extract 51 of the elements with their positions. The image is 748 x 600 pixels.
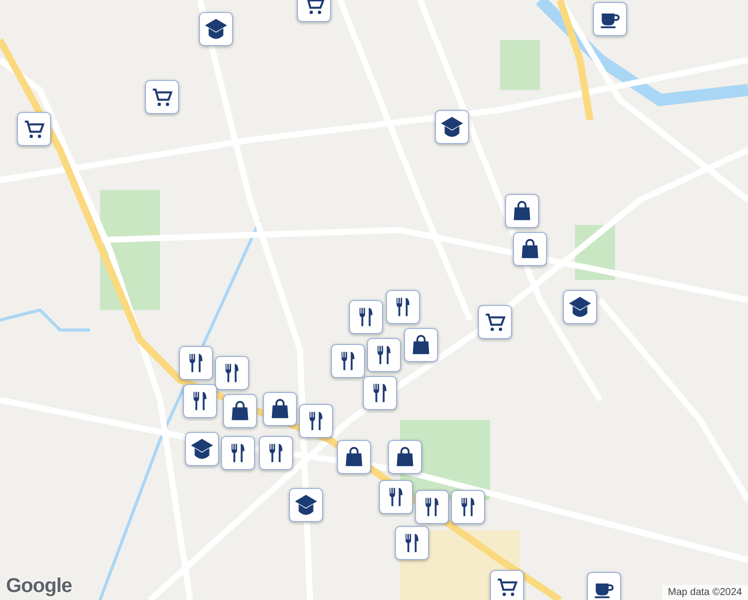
restaurant-marker[interactable] [221,436,255,470]
restaurant-marker[interactable] [367,338,401,372]
shopping-bag-icon [410,334,432,356]
google-logo: Google [6,575,72,598]
shopping-bag-icon [229,400,251,422]
restaurant-marker[interactable] [451,490,485,524]
school-marker[interactable] [289,488,323,522]
graduation-cap-icon [191,438,213,460]
restaurant-marker[interactable] [363,376,397,410]
shopping-bag-marker[interactable] [337,440,371,474]
graduation-cap-icon [441,116,463,138]
restaurant-marker[interactable] [395,526,429,560]
shopping-cart-icon [484,311,506,333]
graduation-cap-icon [205,18,227,40]
restaurant-marker[interactable] [415,490,449,524]
shopping-bag-icon [394,446,416,468]
map-attribution: Map data ©2024 [662,585,748,600]
restaurant-marker[interactable] [183,384,217,418]
restaurant-marker[interactable] [379,480,413,514]
restaurant-marker[interactable] [259,436,293,470]
shopping-bag-icon [519,238,541,260]
cart-marker[interactable] [490,570,524,600]
shopping-bag-icon [511,200,533,222]
restaurant-marker[interactable] [215,356,249,390]
restaurant-marker[interactable] [331,344,365,378]
shopping-cart-icon [496,576,518,598]
school-marker[interactable] [563,290,597,324]
shopping-bag-marker[interactable] [513,232,547,266]
graduation-cap-icon [569,296,591,318]
shopping-bag-icon [269,398,291,420]
shopping-bag-icon [343,446,365,468]
restaurant-marker[interactable] [179,346,213,380]
restaurant-marker[interactable] [349,300,383,334]
cart-marker[interactable] [478,305,512,339]
shopping-bag-marker[interactable] [505,194,539,228]
shopping-bag-marker[interactable] [388,440,422,474]
graduation-cap-icon [295,494,317,516]
cafe-marker[interactable] [587,572,621,600]
restaurant-marker[interactable] [386,290,420,324]
shopping-cart-icon [23,118,45,140]
restaurant-marker[interactable] [299,404,333,438]
cart-marker[interactable] [17,112,51,146]
school-marker[interactable] [435,110,469,144]
school-marker[interactable] [185,432,219,466]
shopping-bag-marker[interactable] [263,392,297,426]
shopping-bag-marker[interactable] [223,394,257,428]
school-marker[interactable] [199,12,233,46]
shopping-cart-icon [151,86,173,108]
cart-marker[interactable] [145,80,179,114]
cafe-marker[interactable] [593,2,627,36]
shopping-bag-marker[interactable] [404,328,438,362]
